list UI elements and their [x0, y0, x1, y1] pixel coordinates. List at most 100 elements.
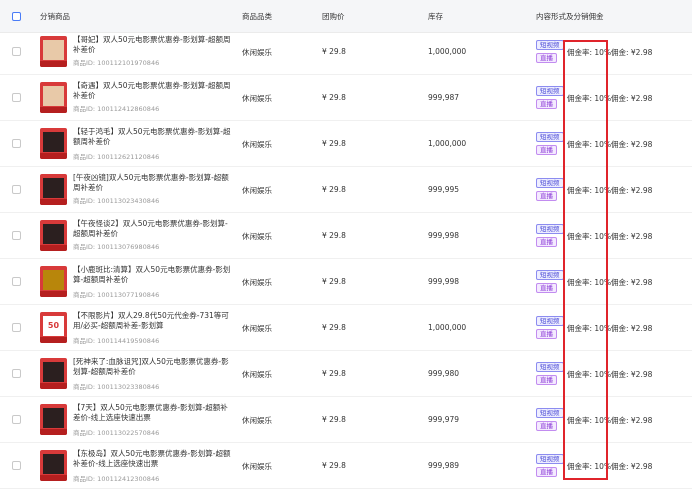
commission-rate-highlight-box	[563, 40, 608, 480]
commission-amount: 佣金: ¥2.98	[611, 278, 653, 287]
product-category: 休闲娱乐	[242, 232, 272, 241]
live-tag: 直播	[536, 283, 557, 293]
product-name[interactable]: 【奇遇】双人50元电影票优惠券-影划算-超额周补差价	[73, 81, 233, 101]
product-stock: 999,979	[428, 415, 460, 424]
live-tag: 直播	[536, 145, 557, 155]
product-thumbnail[interactable]: 50	[40, 312, 67, 343]
col-price: 团购价	[322, 12, 345, 21]
product-thumbnail[interactable]	[40, 174, 67, 205]
row-checkbox[interactable]	[12, 415, 21, 424]
product-stock: 999,987	[428, 93, 460, 102]
commission-amount: 佣金: ¥2.98	[611, 462, 653, 471]
col-product: 分销商品	[40, 12, 70, 21]
row-checkbox[interactable]	[12, 231, 21, 240]
row-checkbox[interactable]	[12, 323, 21, 332]
product-id: 商品ID: 100113076980846	[73, 243, 160, 251]
product-stock: 1,000,000	[428, 139, 467, 148]
product-category: 休闲娱乐	[242, 48, 272, 57]
product-category: 休闲娱乐	[242, 462, 272, 471]
live-tag: 直播	[536, 191, 557, 201]
product-stock: 1,000,000	[428, 47, 467, 56]
product-id: 商品ID: 100112412300846	[73, 475, 160, 483]
product-price: ¥ 29.8	[322, 415, 346, 424]
row-checkbox[interactable]	[12, 277, 21, 286]
commission-amount: 佣金: ¥2.98	[611, 416, 653, 425]
short-video-tag: 短视频	[536, 362, 564, 372]
product-thumbnail[interactable]	[40, 82, 67, 113]
select-all-checkbox[interactable]	[12, 12, 21, 21]
row-checkbox[interactable]	[12, 185, 21, 194]
product-name[interactable]: 【7天】双人50元电影票优惠券-影划算-超额补差价-线上选座快速出票	[73, 403, 233, 423]
product-id: 商品ID: 100112621120846	[73, 153, 160, 161]
row-checkbox[interactable]	[12, 461, 21, 470]
product-thumbnail[interactable]	[40, 404, 67, 435]
product-price: ¥ 29.8	[322, 277, 346, 286]
row-checkbox[interactable]	[12, 139, 21, 148]
short-video-tag: 短视频	[536, 40, 564, 50]
product-thumbnail[interactable]	[40, 128, 67, 159]
product-thumbnail[interactable]	[40, 358, 67, 389]
commission-amount: 佣金: ¥2.98	[611, 324, 653, 333]
product-name[interactable]: 【小鹿斑比:清算】双人50元电影票优惠券-影划算-超额周补差价	[73, 265, 233, 285]
product-stock: 999,989	[428, 461, 460, 470]
product-name[interactable]: [午夜凶镜]双人50元电影票优惠券-影划算-超额周补差价	[73, 173, 233, 193]
product-price: ¥ 29.8	[322, 461, 346, 470]
product-name[interactable]: 【轻于鸿毛】双人50元电影票优惠券-影划算-超额周补差价	[73, 127, 233, 147]
live-tag: 直播	[536, 375, 557, 385]
product-thumbnail[interactable]	[40, 220, 67, 251]
short-video-tag: 短视频	[536, 224, 564, 234]
product-price: ¥ 29.8	[322, 47, 346, 56]
voucher-50-icon: 50	[43, 316, 64, 336]
short-video-tag: 短视频	[536, 454, 564, 464]
commission-amount: 佣金: ¥2.98	[611, 232, 653, 241]
product-id: 商品ID: 100113077190846	[73, 291, 160, 299]
col-content-commission: 内容形式及分销佣金	[536, 12, 604, 21]
product-price: ¥ 29.8	[322, 231, 346, 240]
commission-amount: 佣金: ¥2.98	[611, 48, 653, 57]
product-id: 商品ID: 10011210197084­6	[73, 59, 160, 67]
short-video-tag: 短视频	[536, 86, 564, 96]
product-price: ¥ 29.8	[322, 369, 346, 378]
product-category: 休闲娱乐	[242, 278, 272, 287]
live-tag: 直播	[536, 467, 557, 477]
short-video-tag: 短视频	[536, 270, 564, 280]
short-video-tag: 短视频	[536, 408, 564, 418]
row-checkbox[interactable]	[12, 369, 21, 378]
product-id: 商品ID: 100112412860846	[73, 105, 160, 113]
live-tag: 直播	[536, 329, 557, 339]
product-price: ¥ 29.8	[322, 323, 346, 332]
product-thumbnail[interactable]	[40, 36, 67, 67]
short-video-tag: 短视频	[536, 132, 564, 142]
short-video-tag: 短视频	[536, 316, 564, 326]
product-category: 休闲娱乐	[242, 186, 272, 195]
live-tag: 直播	[536, 99, 557, 109]
product-name[interactable]: 【不限影片】双人29.8代50元代金券-731等可用/必买-超额周补差-影划算	[73, 311, 233, 331]
col-stock: 库存	[428, 12, 443, 21]
row-checkbox[interactable]	[12, 93, 21, 102]
product-category: 休闲娱乐	[242, 140, 272, 149]
product-category: 休闲娱乐	[242, 94, 272, 103]
product-price: ¥ 29.8	[322, 185, 346, 194]
product-price: ¥ 29.8	[322, 139, 346, 148]
commission-amount: 佣金: ¥2.98	[611, 140, 653, 149]
col-category: 商品品类	[242, 12, 272, 21]
row-checkbox[interactable]	[12, 47, 21, 56]
live-tag: 直播	[536, 421, 557, 431]
product-id: 商品ID: 100114419590846	[73, 337, 160, 345]
product-name[interactable]: 【东极岛】双人50元电影票优惠券-影划算-超额补差价-线上选座快速出票	[73, 449, 233, 469]
product-category: 休闲娱乐	[242, 416, 272, 425]
product-stock: 999,995	[428, 185, 460, 194]
commission-amount: 佣金: ¥2.98	[611, 186, 653, 195]
product-stock: 999,980	[428, 369, 460, 378]
commission-amount: 佣金: ¥2.98	[611, 94, 653, 103]
product-thumbnail[interactable]	[40, 266, 67, 297]
product-name[interactable]: 【午夜怪谈2】双人50元电影票优惠券-影划算-超额周补差价	[73, 219, 233, 239]
live-tag: 直播	[536, 53, 557, 63]
product-name[interactable]: 【哥妃】双人50元电影票优惠券-影划算-超额周补差价	[73, 35, 233, 55]
product-name[interactable]: [死神来了:血脉诅咒]双人50元电影票优惠券-影划算-超额周补差价	[73, 357, 233, 377]
product-thumbnail[interactable]	[40, 450, 67, 481]
product-stock: 999,998	[428, 277, 460, 286]
product-id: 商品ID: 100113022570846	[73, 429, 160, 437]
product-id: 商品ID: 100113023430846	[73, 197, 160, 205]
product-price: ¥ 29.8	[322, 93, 346, 102]
